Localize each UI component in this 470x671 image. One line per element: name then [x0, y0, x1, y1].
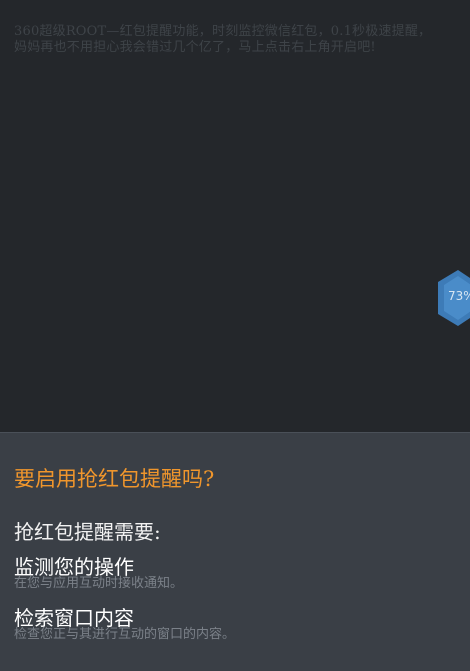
floating-memory-widget[interactable]: 73%	[436, 270, 470, 326]
dialog-title: 要启用抢红包提醒吗?	[14, 467, 215, 491]
background-app-content: 360超级ROOT—红包提醒功能，时刻监控微信红包，0.1秒极速提醒，妈妈再也不…	[0, 0, 470, 432]
screen: 360超级ROOT—红包提醒功能，时刻监控微信红包，0.1秒极速提醒，妈妈再也不…	[0, 0, 470, 671]
permission-dialog: 要启用抢红包提醒吗? 抢红包提醒需要: 监测您的操作 在您与应用互动时接收通知。…	[0, 432, 470, 671]
permission-item: 监测您的操作 在您与应用互动时接收通知。	[14, 555, 454, 592]
permission-description: 检查您正与其进行互动的窗口的内容。	[14, 627, 236, 642]
dialog-subtitle: 抢红包提醒需要:	[14, 520, 161, 544]
memory-percent-label: 73%	[448, 289, 470, 303]
permission-item: 检索窗口内容 检查您正与其进行互动的窗口的内容。	[14, 606, 454, 643]
permission-description: 在您与应用互动时接收通知。	[14, 576, 184, 591]
background-description-text: 360超级ROOT—红包提醒功能，时刻监控微信红包，0.1秒极速提醒，妈妈再也不…	[14, 24, 432, 55]
